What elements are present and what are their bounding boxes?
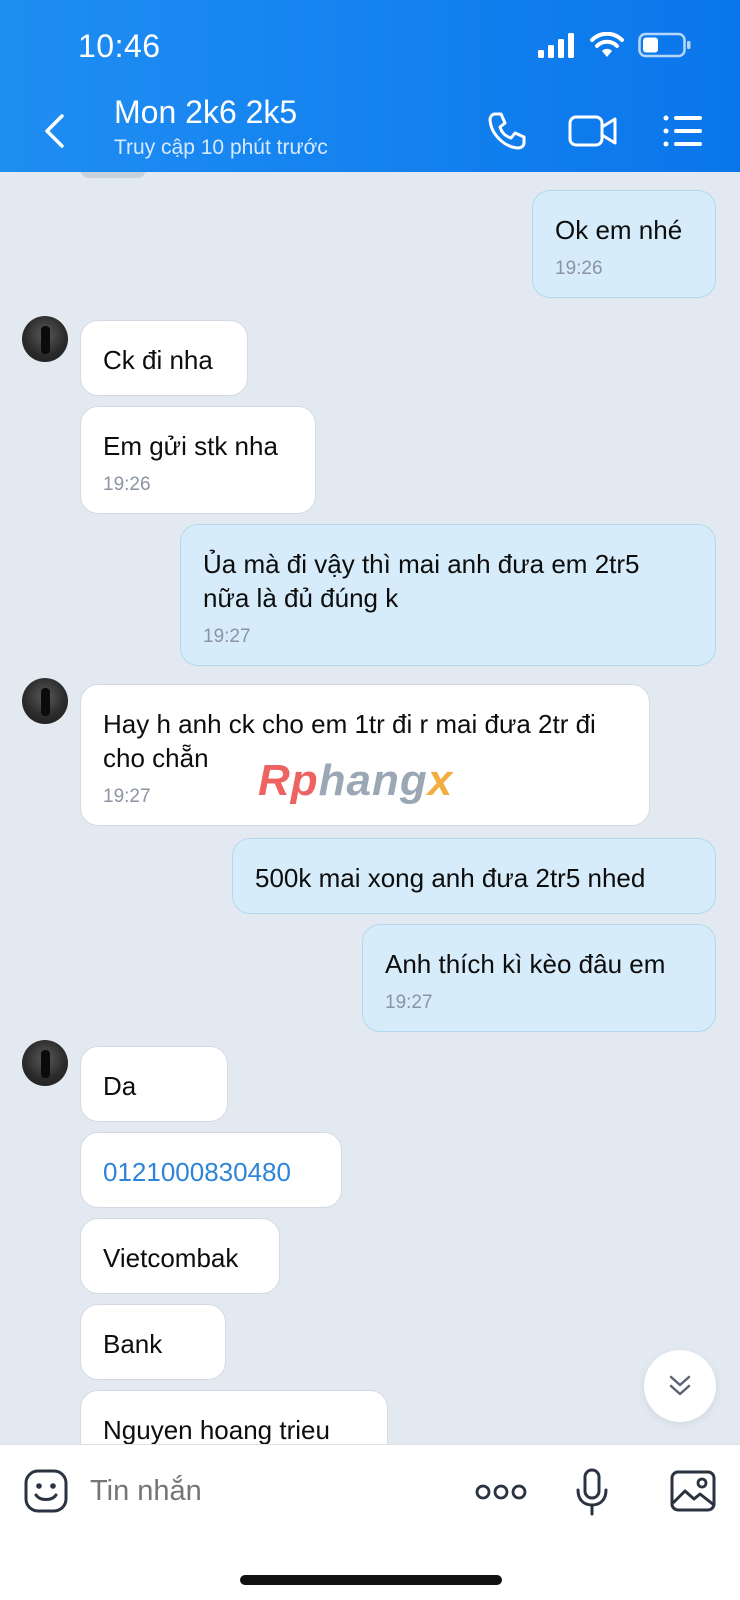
message-text: Da [103, 1071, 137, 1101]
watermark-logo: Rphangx [258, 756, 454, 805]
home-indicator [240, 1575, 502, 1585]
message-input-bar [0, 1444, 740, 1600]
signal-icon [538, 33, 574, 58]
double-chevron-down-icon [669, 1375, 691, 1396]
message-bubble-incoming[interactable]: Nguyen hoang trieu [80, 1390, 388, 1444]
menu-list-icon [663, 115, 702, 147]
chat-header: 10:46 Mon 2k6 2k5 Truy cập 10 phút trước [0, 0, 740, 172]
wifi-icon [590, 32, 624, 57]
message-bubble-incoming[interactable]: Bank [80, 1304, 226, 1380]
message-text: Vietcombak [103, 1243, 239, 1273]
voice-message-button[interactable] [572, 1467, 612, 1517]
emoji-sticker-icon [24, 1469, 68, 1513]
chat-title[interactable]: Mon 2k6 2k5 [114, 94, 297, 131]
message-bubble-incoming[interactable]: Da [80, 1046, 228, 1122]
message-text: Ck đi nha [103, 345, 213, 375]
video-call-icon [568, 115, 617, 147]
contact-avatar[interactable] [22, 678, 68, 724]
message-time: 19:27 [385, 992, 433, 1013]
message-bubble-incoming[interactable]: Ck đi nha [80, 320, 248, 396]
battery-icon [638, 32, 691, 58]
message-text: Anh thích kì kèo đâu em [385, 949, 666, 979]
message-bubble-incoming[interactable]: 0121000830480 [80, 1132, 342, 1208]
account-number-link[interactable]: 0121000830480 [103, 1157, 291, 1187]
message-bubble-incoming[interactable]: Vietcombak [80, 1218, 280, 1294]
microphone-icon [576, 1468, 608, 1516]
message-text: Bank [103, 1329, 163, 1359]
message-time: 19:26 [103, 474, 151, 495]
message-text: Em gửi stk nha [103, 431, 278, 461]
message-text: Nguyen hoang trieu [103, 1415, 330, 1444]
message-bubble-outgoing[interactable]: Ủa mà đi vậy thì mai anh đưa em 2tr5 nữa… [180, 524, 716, 666]
message-text: Ủa mà đi vậy thì mai anh đưa em 2tr5 nữa… [203, 549, 640, 613]
status-icons [538, 32, 692, 58]
chat-options-button[interactable] [658, 108, 708, 154]
sticker-button[interactable] [22, 1467, 70, 1515]
message-input[interactable] [90, 1475, 430, 1508]
last-seen-status: Truy cập 10 phút trước [114, 136, 328, 159]
message-text: 500k mai xong anh đưa 2tr5 nhed [255, 863, 646, 893]
phone-icon [488, 112, 526, 150]
send-image-button[interactable] [668, 1467, 718, 1515]
message-time: 19:26 [555, 258, 603, 279]
image-gallery-icon [670, 1470, 716, 1512]
message-bubble-outgoing[interactable]: Ok em nhé 19:26 [532, 190, 716, 298]
chevron-left-icon [45, 114, 64, 148]
voice-call-button[interactable] [482, 108, 532, 154]
more-options-button[interactable] [474, 1475, 528, 1509]
scroll-to-bottom-button[interactable] [644, 1350, 716, 1422]
message-bubble-incoming[interactable]: Em gửi stk nha 19:26 [80, 406, 316, 514]
more-dots-icon [475, 1484, 527, 1500]
back-button[interactable] [36, 106, 72, 156]
video-call-button[interactable] [568, 108, 618, 154]
contact-avatar[interactable] [22, 1040, 68, 1086]
message-list[interactable]: Ok em nhé 19:26 Ck đi nha Em gửi stk nha… [0, 172, 740, 1444]
status-time: 10:46 [78, 28, 161, 64]
message-text: Ok em nhé [555, 215, 683, 245]
contact-avatar[interactable] [22, 316, 68, 362]
message-bubble-outgoing[interactable]: 500k mai xong anh đưa 2tr5 nhed [232, 838, 716, 914]
message-time: 19:27 [203, 626, 251, 647]
date-separator [80, 172, 146, 178]
message-bubble-outgoing[interactable]: Anh thích kì kèo đâu em 19:27 [362, 924, 716, 1032]
